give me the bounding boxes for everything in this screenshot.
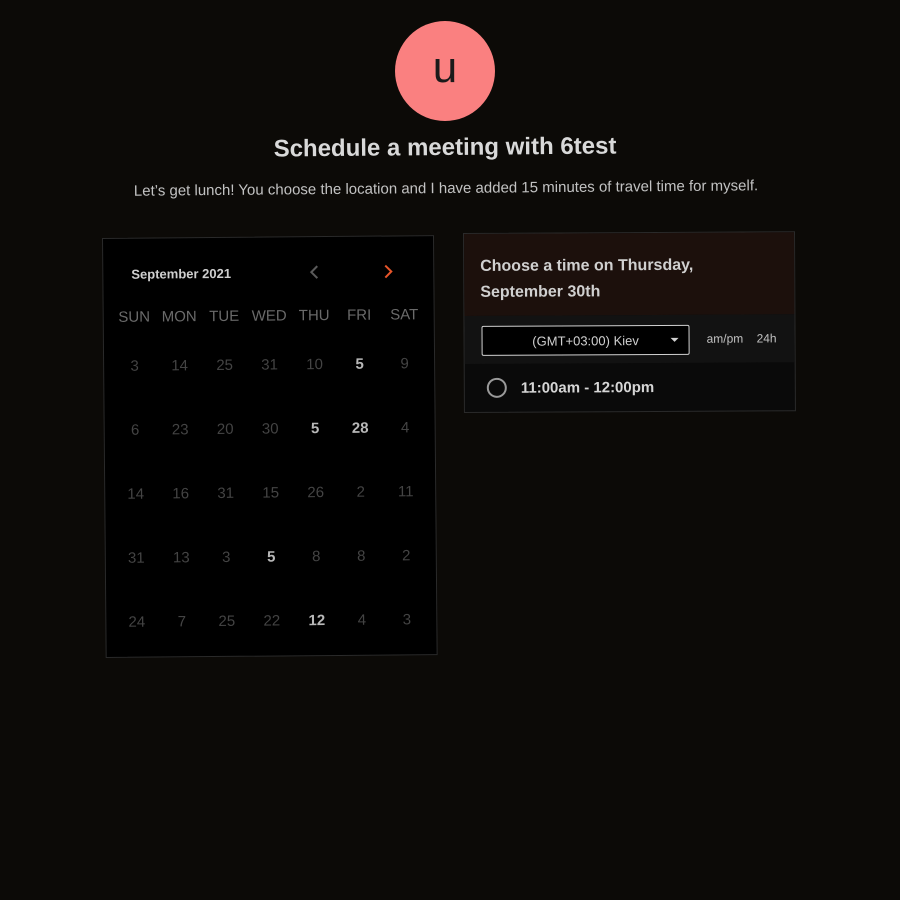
- unavailable-day: 13: [172, 549, 190, 567]
- time-panel-heading: Choose a time on Thursday, September 30t…: [464, 232, 795, 316]
- chevron-right-icon: [384, 264, 393, 279]
- timezone-select[interactable]: (GMT+03:00) Kiev: [481, 324, 690, 356]
- next-month-button[interactable]: [377, 260, 399, 282]
- unavailable-day: 20: [216, 420, 234, 439]
- unavailable-day: 31: [261, 356, 279, 374]
- timezone-value: (GMT+03:00) Kiev: [532, 332, 639, 349]
- weekday-label: SAT: [390, 306, 419, 324]
- calendar-day-grid: 3 14 25 31 10 5 9 6 23 20 30 5 28 4 14 16 31 15 26 2 11 31 13 3…: [112, 348, 435, 671]
- unavailable-day: 6: [130, 421, 140, 439]
- scheduling-page: u Schedule a meeting with 6test Let’s ge…: [0, 0, 900, 900]
- unavailable-day: 2: [356, 483, 365, 501]
- unavailable-day: 25: [216, 356, 234, 375]
- unavailable-day: 3: [222, 548, 231, 566]
- prev-month-button[interactable]: [303, 261, 325, 283]
- page-title: Schedule a meeting with 6test: [273, 132, 617, 163]
- timezone-row: (GMT+03:00) Kiev am/pm 24h: [464, 314, 795, 364]
- weekday-label: SUN: [118, 308, 151, 326]
- unavailable-day: 4: [357, 611, 367, 629]
- unavailable-day: 10: [306, 356, 324, 374]
- available-day[interactable]: 28: [338, 413, 384, 477]
- unavailable-day: 15: [262, 484, 280, 502]
- page-description: Let’s get lunch! You choose the location…: [133, 177, 759, 200]
- unavailable-day: 3: [402, 611, 412, 629]
- time-slot[interactable]: 11:00am - 12:00pm: [465, 362, 795, 412]
- time-slot-label: 11:00am - 12:00pm: [520, 378, 655, 397]
- unavailable-day: 25: [218, 612, 236, 630]
- time-slot-list: 11:00am - 12:00pm: [465, 362, 795, 412]
- available-day[interactable]: 5: [337, 349, 383, 413]
- unavailable-day: 2: [402, 547, 411, 565]
- avatar: u: [395, 21, 495, 121]
- unavailable-day: 8: [357, 547, 366, 565]
- unavailable-day: 30: [261, 420, 279, 438]
- unavailable-day: 26: [307, 484, 325, 502]
- unavailable-day: 23: [171, 421, 189, 439]
- unavailable-day: 11: [397, 483, 414, 501]
- available-day[interactable]: 5: [249, 541, 295, 605]
- unavailable-day: 8: [312, 548, 321, 566]
- unavailable-day: 24: [128, 613, 146, 631]
- unavailable-day: 14: [127, 485, 145, 503]
- weekday-label: FRI: [347, 306, 372, 324]
- unavailable-day: 31: [217, 484, 235, 503]
- weekday-label: TUE: [209, 307, 240, 326]
- calendar: September 2021 SUN MON TUE WED THU FRI SAT 3 14…: [102, 235, 438, 658]
- weekday-label: THU: [298, 307, 330, 325]
- calendar-month-label: September 2021: [131, 265, 232, 282]
- format-24h-toggle[interactable]: 24h: [757, 331, 777, 345]
- weekday-header-row: SUN MON TUE WED THU FRI SAT: [112, 306, 432, 326]
- avatar-initial: u: [432, 43, 458, 92]
- unavailable-day: 31: [127, 549, 145, 567]
- available-day[interactable]: 12: [294, 605, 340, 669]
- chevron-left-icon: [309, 265, 319, 279]
- unavailable-day: 22: [263, 612, 281, 630]
- unavailable-day: 14: [171, 357, 189, 375]
- radio-icon[interactable]: [486, 377, 507, 398]
- unavailable-day: 16: [172, 485, 190, 503]
- unavailable-day: 4: [400, 419, 410, 437]
- caret-down-icon: [670, 337, 679, 342]
- weekday-label: MON: [161, 308, 197, 326]
- format-ampm-toggle[interactable]: am/pm: [707, 332, 744, 346]
- calendar-header: September 2021: [103, 236, 434, 309]
- unavailable-day: 3: [130, 357, 139, 375]
- unavailable-day: 7: [177, 613, 187, 631]
- time-selection-panel: Choose a time on Thursday, September 30t…: [463, 231, 796, 413]
- weekday-label: WED: [251, 307, 287, 325]
- available-day[interactable]: 5: [293, 413, 339, 477]
- unavailable-day: 9: [400, 355, 409, 373]
